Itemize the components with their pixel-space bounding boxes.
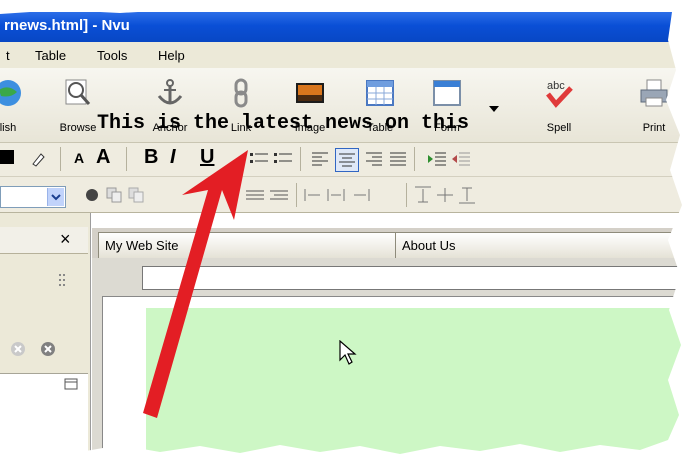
annotation-arrow <box>143 150 248 418</box>
nvu-window: rnews.html] - Nvu t Table Tools Help lis… <box>0 0 691 474</box>
arrow-shape <box>143 150 248 418</box>
